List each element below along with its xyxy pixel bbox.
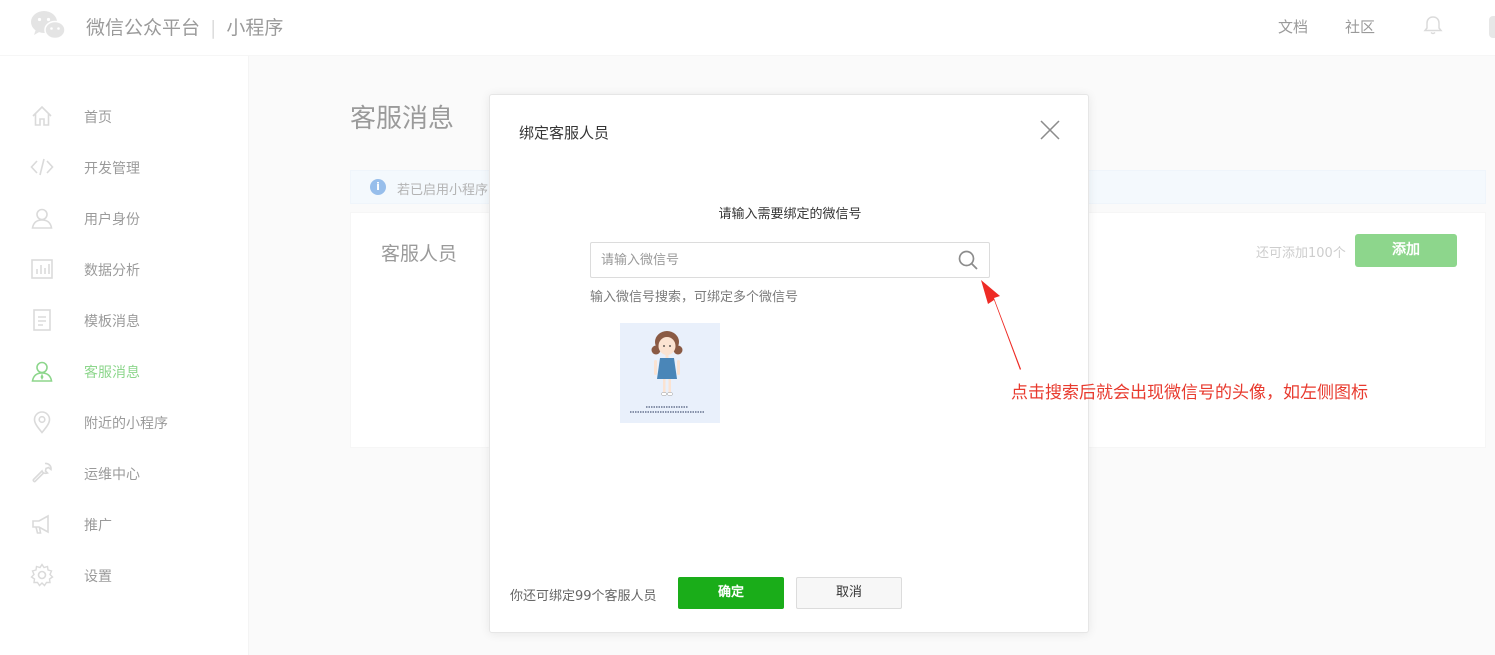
annotation-text: 点击搜索后就会出现微信号的头像，如左侧图标 — [1011, 383, 1368, 403]
close-icon[interactable] — [1038, 118, 1062, 142]
bind-service-dialog: 绑定客服人员 请输入需要绑定的微信号 输入微信号搜索，可绑定多个微信号 — [489, 94, 1089, 633]
wechat-id-input[interactable] — [591, 243, 951, 277]
search-icon[interactable] — [957, 249, 979, 271]
dialog-prompt: 请输入需要绑定的微信号 — [718, 207, 862, 222]
bind-remaining-text: 你还可绑定99个客服人员 — [510, 589, 657, 604]
search-result-avatar[interactable] — [620, 323, 720, 423]
confirm-button[interactable]: 确定 — [678, 577, 784, 609]
search-hint: 输入微信号搜索，可绑定多个微信号 — [590, 290, 799, 305]
search-box — [590, 242, 990, 278]
dialog-title: 绑定客服人员 — [519, 124, 610, 142]
cancel-button[interactable]: 取消 — [796, 577, 902, 609]
